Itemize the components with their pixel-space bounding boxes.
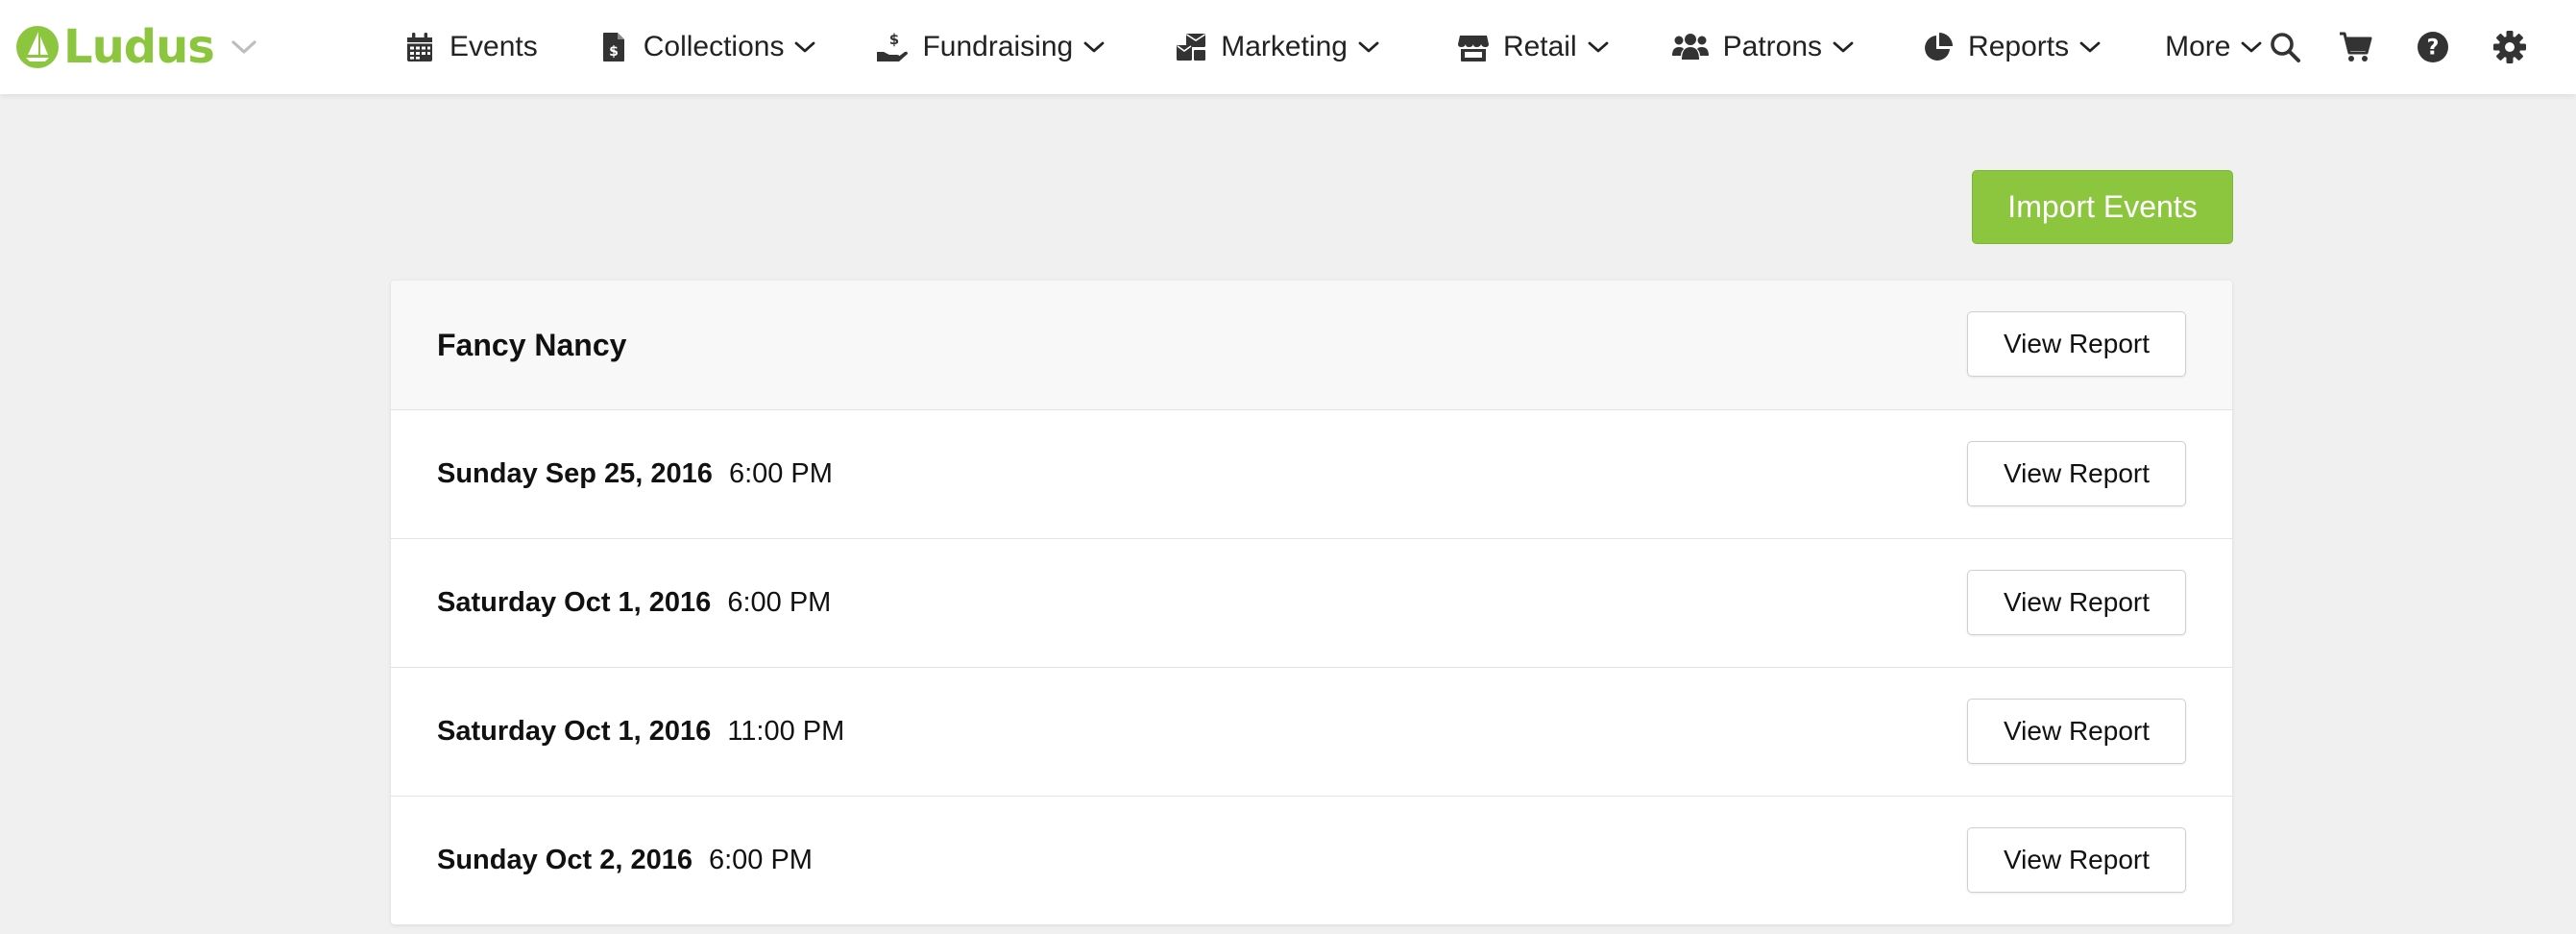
chevron-down-icon <box>1588 41 1609 53</box>
performance-time: 6:00 PM <box>727 587 832 618</box>
utility-icons: ? <box>2236 0 2538 94</box>
top-navigation-bar: Ludus Events $ Collections $ Fundraising… <box>0 0 2576 94</box>
performance-date: Sunday Oct 2, 2016 <box>437 845 693 875</box>
event-header-row: Fancy Nancy View Report <box>391 281 2232 409</box>
nav-item-reports[interactable]: Reports <box>1922 0 2102 94</box>
import-events-button[interactable]: Import Events <box>1972 170 2233 244</box>
nav-label-more: More <box>2165 31 2231 62</box>
performance-date: Saturday Oct 1, 2016 <box>437 716 712 747</box>
brand-name: Ludus <box>63 20 215 74</box>
chart-pie-icon <box>1925 33 1954 61</box>
performance-time: 6:00 PM <box>728 458 833 489</box>
question-circle-icon: ? <box>2418 32 2448 62</box>
nav-item-retail[interactable]: Retail <box>1457 0 1610 94</box>
nav-label-patrons: Patrons <box>1722 31 1823 62</box>
performance-date: Saturday Oct 1, 2016 <box>437 587 712 618</box>
invoice-dollar-icon: $ <box>602 33 624 61</box>
chevron-down-icon <box>231 40 256 54</box>
nav-item-fundraising[interactable]: $ Fundraising <box>876 0 1106 94</box>
performance-row: Saturday Oct 1, 2016 11:00 PM View Repor… <box>391 667 2232 796</box>
performance-time: 11:00 PM <box>727 716 845 747</box>
search-icon <box>2271 33 2300 62</box>
chevron-down-icon <box>795 41 815 53</box>
performance-row: Sunday Sep 25, 2016 6:00 PM View Report <box>391 409 2232 538</box>
performance-date: Sunday Sep 25, 2016 <box>437 458 713 489</box>
search-button[interactable] <box>2257 19 2313 75</box>
svg-text:$: $ <box>889 31 899 48</box>
performance-row: Saturday Oct 1, 2016 6:00 PM View Report <box>391 538 2232 667</box>
nav-label-marketing: Marketing <box>1221 31 1348 62</box>
cart-button[interactable] <box>2328 19 2384 75</box>
nav-label-retail: Retail <box>1502 31 1577 62</box>
view-report-button[interactable]: View Report <box>1967 699 2186 764</box>
gear-icon <box>2493 31 2526 63</box>
view-report-button-event[interactable]: View Report <box>1967 311 2186 377</box>
hand-holding-dollar-icon: $ <box>877 31 909 61</box>
help-button[interactable]: ? <box>2405 19 2461 75</box>
nav-label-collections: Collections <box>643 31 785 62</box>
store-icon <box>1457 36 1489 61</box>
users-icon <box>1671 34 1709 60</box>
nav-label-events: Events <box>450 31 538 62</box>
nav-item-collections[interactable]: $ Collections <box>597 0 817 94</box>
ludus-sail-icon <box>16 26 59 68</box>
nav-item-patrons[interactable]: Patrons <box>1671 0 1855 94</box>
chevron-down-icon <box>1833 41 1854 53</box>
performance-time: 6:00 PM <box>708 845 813 875</box>
view-report-button[interactable]: View Report <box>1967 441 2186 506</box>
shopping-cart-icon <box>2340 32 2372 61</box>
performance-row: Sunday Oct 2, 2016 6:00 PM View Report <box>391 796 2232 924</box>
chevron-down-icon <box>1358 41 1379 53</box>
main-nav: Events $ Collections $ Fundraising Marke… <box>403 0 2263 94</box>
nav-item-events[interactable]: Events <box>403 0 538 94</box>
nav-item-marketing[interactable]: Marketing <box>1175 0 1380 94</box>
chevron-down-icon <box>1083 41 1105 53</box>
brand-switcher[interactable]: Ludus <box>15 21 258 73</box>
svg-text:$: $ <box>609 44 619 60</box>
event-title: Fancy Nancy <box>437 327 627 362</box>
mail-bulk-icon <box>1177 34 1206 61</box>
svg-text:?: ? <box>2427 37 2440 61</box>
settings-button[interactable] <box>2482 19 2538 75</box>
calendar-icon <box>407 33 432 61</box>
chevron-down-icon <box>2079 41 2101 53</box>
view-report-button[interactable]: View Report <box>1967 570 2186 635</box>
view-report-button[interactable]: View Report <box>1967 827 2186 893</box>
event-performances-panel: Fancy Nancy View Report Sunday Sep 25, 2… <box>391 281 2232 924</box>
nav-label-fundraising: Fundraising <box>922 31 1074 62</box>
nav-label-reports: Reports <box>1968 31 2070 62</box>
